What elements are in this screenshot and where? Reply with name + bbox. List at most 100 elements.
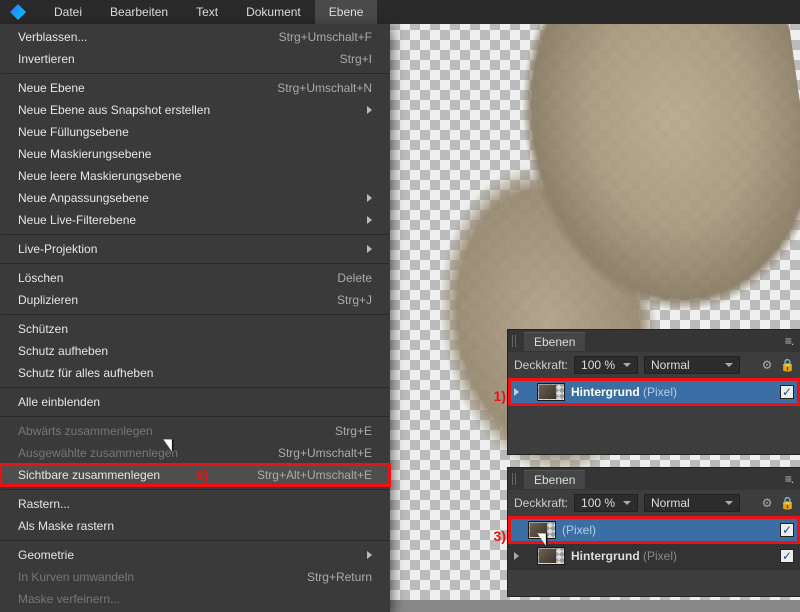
menu-item-label: Schutz aufheben — [18, 344, 372, 358]
lock-icon[interactable]: 🔒 — [780, 358, 794, 372]
menu-item-neue-live-filterebene[interactable]: Neue Live-Filterebene — [0, 209, 390, 231]
menu-item-neue-anpassungsebene[interactable]: Neue Anpassungsebene — [0, 187, 390, 209]
layer-row-hintergrund[interactable]: Hintergrund (Pixel) ✓ — [510, 380, 798, 404]
dropdown-icon — [725, 363, 733, 367]
menu-item-invertieren[interactable]: InvertierenStrg+I — [0, 48, 390, 70]
menu-item-neue-ebene-aus-snapshot-erstellen[interactable]: Neue Ebene aus Snapshot erstellen — [0, 99, 390, 121]
menu-item-label: Neue Füllungsebene — [18, 125, 372, 139]
menu-item-label: Neue leere Maskierungsebene — [18, 169, 372, 183]
opacity-label: Deckkraft: — [514, 496, 568, 510]
layer-row-pixel[interactable]: (Pixel) ✓ — [510, 518, 798, 542]
menu-item-neue-ebene[interactable]: Neue EbeneStrg+Umschalt+N — [0, 77, 390, 99]
menu-item-in-kurven-umwandeln: In Kurven umwandelnStrg+Return — [0, 566, 390, 588]
menu-item-shortcut: Strg+E — [335, 424, 372, 438]
menu-item-label: Als Maske rastern — [18, 519, 372, 533]
menu-item-label: Abwärts zusammenlegen — [18, 424, 335, 438]
layer-thumbnail — [528, 521, 556, 539]
menu-item-neue-f-llungsebene[interactable]: Neue Füllungsebene — [0, 121, 390, 143]
menu-item-sch-tzen[interactable]: Schützen — [0, 318, 390, 340]
tab-ebenen[interactable]: Ebenen — [524, 470, 585, 489]
menu-separator — [1, 263, 389, 264]
menu-item-label: Rastern... — [18, 497, 372, 511]
visibility-checkbox[interactable]: ✓ — [780, 385, 794, 399]
annotation-marker-3: 3) — [494, 528, 506, 544]
menu-item-label: Alle einblenden — [18, 395, 372, 409]
menubar-item-bearbeiten[interactable]: Bearbeiten — [96, 0, 182, 24]
disclosure-icon[interactable] — [514, 388, 519, 396]
tab-ebenen[interactable]: Ebenen — [524, 332, 585, 351]
menu-item-geometrie[interactable]: Geometrie — [0, 544, 390, 566]
dropdown-icon — [725, 501, 733, 505]
menubar-item-text[interactable]: Text — [182, 0, 232, 24]
menubar-item-ebene[interactable]: Ebene — [315, 0, 378, 24]
menu-separator — [1, 234, 389, 235]
menu-item-live-projektion[interactable]: Live-Projektion — [0, 238, 390, 260]
menu-separator — [1, 416, 389, 417]
gear-icon[interactable]: ⚙ — [760, 496, 774, 510]
menu-item-label: Löschen — [18, 271, 337, 285]
menu-item-neue-leere-maskierungsebene[interactable]: Neue leere Maskierungsebene — [0, 165, 390, 187]
gear-icon[interactable]: ⚙ — [760, 358, 774, 372]
menu-item-label: Geometrie — [18, 548, 367, 562]
panel-options-icon[interactable]: ≡. — [782, 334, 796, 348]
layer-list: (Pixel) ✓ Hintergrund (Pixel) ✓ — [508, 516, 800, 570]
layer-list: Hintergrund (Pixel) ✓ — [508, 378, 800, 406]
menu-item-ausgew-hlte-zusammenlegen: Ausgewählte zusammenlegenStrg+Umschalt+E — [0, 442, 390, 464]
panel-grip-icon[interactable] — [512, 335, 518, 347]
menu-item-shortcut: Strg+Umschalt+E — [278, 446, 372, 460]
menubar-item-datei[interactable]: Datei — [40, 0, 96, 24]
menu-separator — [1, 387, 389, 388]
menu-item-label: Verblassen... — [18, 30, 279, 44]
opacity-input[interactable]: 100 % — [574, 356, 638, 374]
menu-separator — [1, 314, 389, 315]
menu-item-alle-einblenden[interactable]: Alle einblenden — [0, 391, 390, 413]
menu-item-label: Live-Projektion — [18, 242, 367, 256]
menu-item-label: Neue Anpassungsebene — [18, 191, 367, 205]
layer-thumbnail — [537, 383, 565, 401]
opacity-label: Deckkraft: — [514, 358, 568, 372]
menu-item-shortcut: Strg+Umschalt+N — [277, 81, 372, 95]
menu-item-label: Schützen — [18, 322, 372, 336]
menu-item-verblassen[interactable]: Verblassen...Strg+Umschalt+F — [0, 26, 390, 48]
menu-item-schutz-aufheben[interactable]: Schutz aufheben — [0, 340, 390, 362]
panel-grip-icon[interactable] — [512, 473, 518, 485]
menu-item-als-maske-rastern[interactable]: Als Maske rastern — [0, 515, 390, 537]
menubar-item-dokument[interactable]: Dokument — [232, 0, 315, 24]
document-image — [356, 0, 800, 547]
menu-item-abw-rts-zusammenlegen: Abwärts zusammenlegenStrg+E — [0, 420, 390, 442]
lock-icon[interactable]: 🔒 — [780, 496, 794, 510]
menu-item-maske-verfeinern: Maske verfeinern... — [0, 588, 390, 610]
layer-thumbnail — [537, 547, 565, 565]
visibility-checkbox[interactable]: ✓ — [780, 549, 794, 563]
app-icon — [10, 4, 26, 20]
menu-item-label: Sichtbare zusammenlegen — [18, 468, 257, 482]
menu-item-schutz-f-r-alles-aufheben[interactable]: Schutz für alles aufheben — [0, 362, 390, 384]
annotation-marker-2: 2) — [196, 464, 208, 486]
annotation-marker-1: 1) — [494, 388, 506, 404]
menu-item-label: In Kurven umwandeln — [18, 570, 307, 584]
menu-item-l-schen[interactable]: LöschenDelete — [0, 267, 390, 289]
menu-item-shortcut: Strg+Alt+Umschalt+E — [257, 468, 372, 482]
menu-item-neue-maskierungsebene[interactable]: Neue Maskierungsebene — [0, 143, 390, 165]
menu-item-label: Duplizieren — [18, 293, 337, 307]
menu-item-label: Ausgewählte zusammenlegen — [18, 446, 278, 460]
menu-item-shortcut: Strg+J — [337, 293, 372, 307]
blendmode-select[interactable]: Normal — [644, 494, 740, 512]
menu-item-shortcut: Strg+Umschalt+F — [279, 30, 372, 44]
menu-item-rastern[interactable]: Rastern... — [0, 493, 390, 515]
menu-item-label: Neue Maskierungsebene — [18, 147, 372, 161]
blendmode-select[interactable]: Normal — [644, 356, 740, 374]
layer-row-hintergrund[interactable]: Hintergrund (Pixel) ✓ — [510, 544, 798, 568]
panel-options-icon[interactable]: ≡. — [782, 472, 796, 486]
submenu-arrow-icon — [367, 551, 372, 559]
disclosure-icon[interactable] — [514, 552, 519, 560]
menu-separator — [1, 489, 389, 490]
menu-separator — [1, 540, 389, 541]
visibility-checkbox[interactable]: ✓ — [780, 523, 794, 537]
menu-item-label: Schutz für alles aufheben — [18, 366, 372, 380]
menu-item-duplizieren[interactable]: DuplizierenStrg+J — [0, 289, 390, 311]
menu-item-sichtbare-zusammenlegen[interactable]: Sichtbare zusammenlegen2) Strg+Alt+Umscha… — [0, 464, 390, 486]
submenu-arrow-icon — [367, 245, 372, 253]
opacity-input[interactable]: 100 % — [574, 494, 638, 512]
submenu-arrow-icon — [367, 106, 372, 114]
